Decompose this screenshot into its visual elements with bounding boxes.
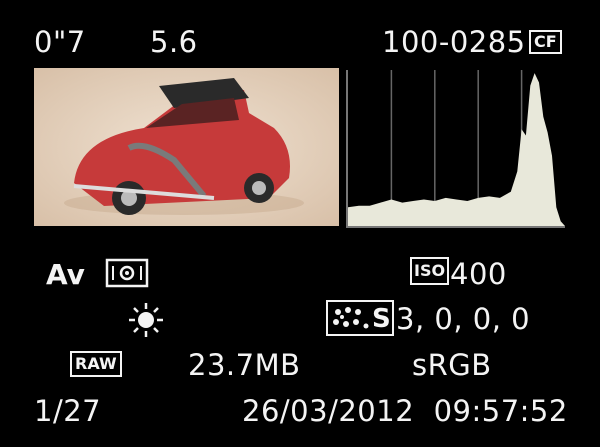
iso-label: ISO bbox=[410, 257, 450, 285]
iso-badge: ISO bbox=[410, 257, 450, 285]
shooting-mode: Av bbox=[46, 258, 85, 291]
capture-datetime: 26/03/2012 09:57:52 bbox=[242, 394, 568, 428]
card-badge: CF bbox=[529, 30, 562, 54]
histogram-area bbox=[348, 73, 565, 226]
color-space: sRGB bbox=[412, 348, 492, 382]
daylight-icon bbox=[128, 302, 164, 342]
aperture-value: 5.6 bbox=[150, 25, 198, 59]
evaluative-metering-icon bbox=[105, 258, 149, 292]
histogram-chart bbox=[348, 70, 565, 226]
iso-value: 400 bbox=[450, 257, 507, 291]
frame-counter: 1/27 bbox=[34, 394, 102, 428]
picture-style-icon: S bbox=[326, 300, 394, 336]
quality-badge: RAW bbox=[70, 351, 122, 377]
quality-label: RAW bbox=[70, 351, 122, 377]
image-thumbnail bbox=[34, 68, 339, 226]
file-size: 23.7MB bbox=[188, 348, 301, 382]
picture-style-values: 3, 0, 0, 0 bbox=[396, 302, 531, 336]
file-number: 100-0285 bbox=[382, 25, 526, 59]
toy-car-photo bbox=[34, 68, 339, 226]
style-badge: S bbox=[372, 304, 391, 334]
brightness-histogram bbox=[346, 70, 565, 228]
shutter-speed: 0"7 bbox=[34, 25, 86, 59]
cf-card-icon: CF bbox=[529, 30, 562, 54]
